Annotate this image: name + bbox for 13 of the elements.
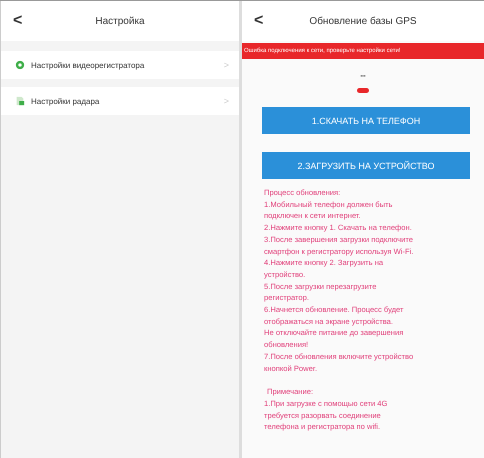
chevron-icon: > [224,60,229,70]
back-button[interactable]: < [1,12,34,30]
document-icon [15,96,25,106]
back-button[interactable]: < [242,12,276,30]
status-indicator [357,88,369,93]
chevron-icon: > [224,96,229,106]
item-label: Настройки видеорегистратора [31,60,146,70]
settings-item[interactable]: Настройки радара > [1,87,239,115]
item-label: Настройки радара [31,96,100,106]
progress-text: -- [359,71,367,80]
screen-title: Обновление базы GPS [309,16,417,26]
settings-item[interactable]: Настройки видеорегистратора > [1,51,239,79]
screen-title: Настройка [95,16,145,26]
